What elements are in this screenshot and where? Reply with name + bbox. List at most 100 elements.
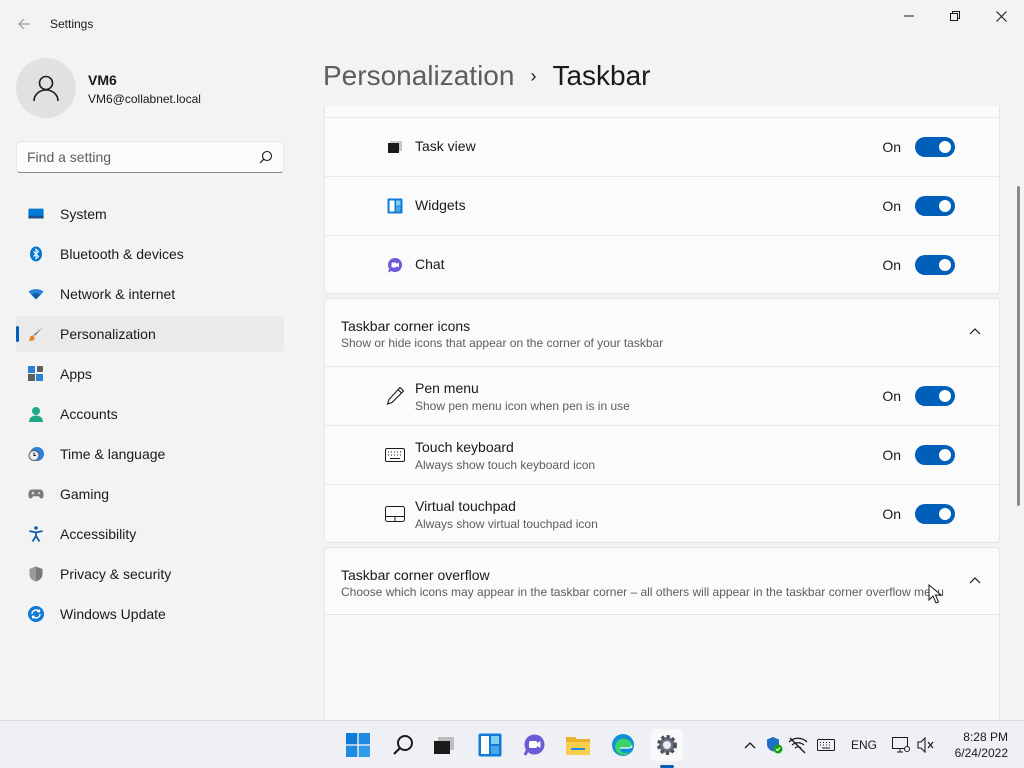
tray-volume-button[interactable] (916, 735, 936, 755)
sidebar-item-label: Time & language (60, 446, 166, 462)
tray-network-button[interactable] (788, 735, 808, 755)
setting-title: Widgets (415, 197, 466, 213)
search-icon (259, 150, 273, 164)
user-profile[interactable]: VM6 VM6@collabnet.local (16, 58, 296, 118)
app-title: Settings (50, 17, 94, 31)
pen-menu-toggle[interactable] (915, 386, 955, 406)
sidebar-item-accounts[interactable]: Accounts (16, 396, 284, 432)
sidebar-nav: System Bluetooth & devices Network & int… (16, 196, 284, 636)
vertical-scrollbar[interactable] (1017, 186, 1020, 506)
clock-date: 6/24/2022 (954, 746, 1008, 760)
page-title: Taskbar (552, 60, 651, 91)
taskbar-clock[interactable]: 8:28 PM 6/24/2022 (944, 729, 1008, 761)
taskbar-items-card: Task view On Widgets On Chat On (324, 106, 1000, 294)
sidebar-item-gaming[interactable]: Gaming (16, 476, 284, 512)
sidebar-item-bluetooth-devices[interactable]: Bluetooth & devices (16, 236, 284, 272)
chevron-up-icon[interactable] (969, 576, 981, 584)
settings-gear-icon (657, 735, 677, 755)
setting-title: Virtual touchpad (415, 498, 516, 514)
setting-description: Always show touch keyboard icon (415, 458, 596, 472)
sidebar-item-accessibility[interactable]: Accessibility (16, 516, 284, 552)
sidebar-item-apps[interactable]: Apps (16, 356, 284, 392)
setting-row-task-view: Task view On (325, 117, 999, 176)
chat-toggle[interactable] (915, 255, 955, 275)
section-header-corner-overflow[interactable]: Taskbar corner overflow Choose which ico… (325, 548, 999, 615)
sidebar-item-label: Windows Update (60, 606, 166, 622)
taskbar-corner-overflow-card: Taskbar corner overflow Choose which ico… (324, 547, 1000, 720)
toggle-state-label: On (882, 139, 901, 155)
chat-icon (385, 255, 405, 275)
back-button[interactable] (10, 10, 38, 38)
taskbar-settings-button[interactable] (651, 729, 683, 761)
sidebar-item-label: Personalization (60, 326, 156, 342)
chat-icon (523, 734, 545, 756)
sidebar-item-personalization[interactable]: Personalization (16, 316, 284, 352)
breadcrumb: Personalization › Taskbar (323, 58, 651, 94)
task-view-icon (434, 737, 454, 754)
tray-touch-keyboard-button[interactable] (816, 735, 836, 755)
task-view-toggle[interactable] (915, 137, 955, 157)
setting-title: Task view (415, 138, 476, 154)
widgets-icon (478, 733, 502, 757)
sidebar-item-label: Network & internet (60, 286, 176, 302)
toggle-state-label: On (882, 388, 901, 404)
tray-display-button[interactable] (891, 735, 911, 755)
task-view-icon (385, 137, 405, 157)
minimize-icon (904, 15, 914, 17)
sidebar-item-windows-update[interactable]: Windows Update (16, 596, 284, 632)
shield-icon (28, 566, 44, 582)
file-explorer-icon (566, 737, 590, 755)
setting-row-widgets: Widgets On (325, 176, 999, 235)
widgets-toggle[interactable] (915, 196, 955, 216)
sidebar-item-label: Accessibility (60, 526, 137, 542)
settings-window: Settings VM6 VM6@collabnet.local System (0, 0, 1024, 720)
sidebar-item-system[interactable]: System (16, 196, 284, 232)
taskbar-search-button[interactable] (387, 729, 419, 761)
chevron-up-icon[interactable] (969, 327, 981, 335)
restore-button[interactable] (932, 0, 978, 32)
toggle-state-label: On (882, 447, 901, 463)
system-icon (28, 206, 44, 222)
section-description: Choose which icons may appear in the tas… (341, 585, 944, 599)
sidebar-item-label: Apps (60, 366, 92, 382)
sidebar-item-label: Bluetooth & devices (60, 246, 184, 262)
section-header-corner-icons[interactable]: Taskbar corner icons Show or hide icons … (325, 299, 999, 366)
update-icon (28, 606, 44, 622)
close-icon (995, 10, 1007, 22)
breadcrumb-parent-link[interactable]: Personalization (323, 60, 514, 92)
sidebar-item-privacy-security[interactable]: Privacy & security (16, 556, 284, 592)
start-button[interactable] (342, 729, 374, 761)
settings-content: Task view On Widgets On Chat On Taskbar … (324, 106, 1000, 720)
touch-keyboard-toggle[interactable] (915, 445, 955, 465)
taskbar-chat-button[interactable] (518, 729, 550, 761)
show-hidden-icons-button[interactable] (740, 735, 760, 755)
taskbar-widgets-button[interactable] (474, 729, 506, 761)
title-bar: Settings (0, 0, 1024, 48)
accounts-icon (28, 406, 44, 422)
search-input[interactable] (17, 142, 247, 172)
sidebar-item-network-internet[interactable]: Network & internet (16, 276, 284, 312)
search-box (16, 141, 284, 173)
back-arrow-icon (18, 18, 30, 30)
mouse-cursor-icon (928, 584, 942, 604)
close-button[interactable] (978, 0, 1024, 32)
clock-globe-icon (28, 446, 44, 462)
sidebar-item-label: Privacy & security (60, 566, 172, 582)
taskbar-file-explorer-button[interactable] (562, 729, 594, 761)
edge-icon (612, 734, 634, 756)
setting-title: Pen menu (415, 380, 479, 396)
sidebar-item-time-language[interactable]: Time & language (16, 436, 284, 472)
minimize-button[interactable] (886, 0, 932, 32)
system-taskbar: ENG 8:28 PM 6/24/2022 (0, 720, 1024, 768)
input-language-indicator[interactable]: ENG (851, 738, 877, 752)
setting-row-chat: Chat On (325, 235, 999, 294)
taskbar-task-view-button[interactable] (428, 729, 460, 761)
tray-security-button[interactable] (764, 735, 784, 755)
taskbar-edge-button[interactable] (607, 729, 639, 761)
overflow-list-area (325, 616, 999, 720)
security-shield-icon (767, 737, 783, 754)
touchpad-icon (385, 504, 405, 524)
sidebar-item-label: Accounts (60, 406, 118, 422)
gamepad-icon (28, 486, 44, 502)
virtual-touchpad-toggle[interactable] (915, 504, 955, 524)
